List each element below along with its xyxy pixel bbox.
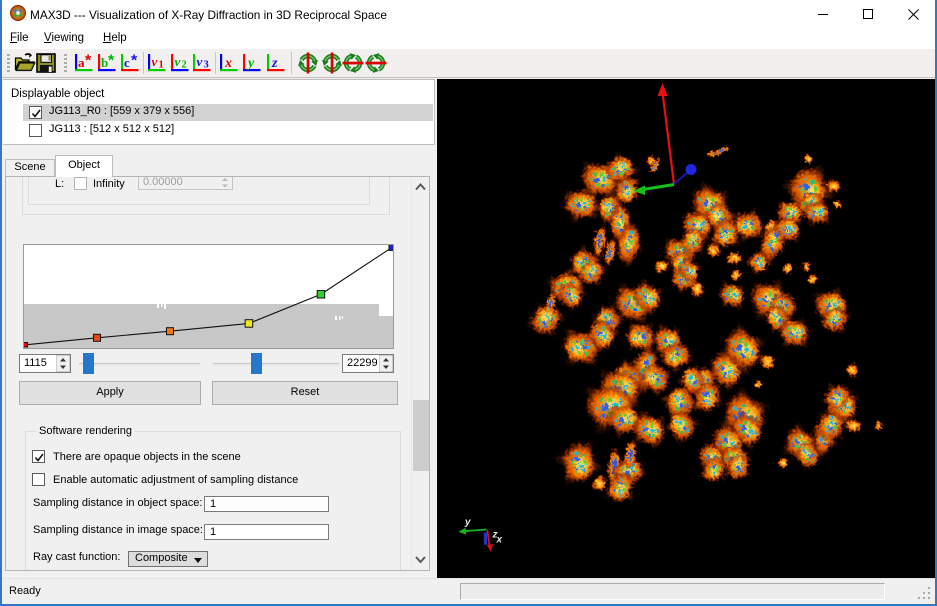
svg-text:v: v: [152, 54, 158, 69]
svg-text:v: v: [197, 54, 203, 69]
svg-text:c: c: [124, 55, 130, 70]
svg-text:z: z: [271, 56, 278, 71]
svg-text:v: v: [175, 54, 181, 69]
svg-text:*: *: [108, 53, 115, 70]
svg-text:3: 3: [204, 60, 209, 71]
svg-text:y: y: [464, 517, 471, 528]
svg-text:x: x: [496, 535, 503, 546]
svg-text:y: y: [246, 56, 255, 71]
svg-text:*: *: [85, 53, 92, 70]
svg-text:x: x: [224, 56, 232, 71]
svg-text:2: 2: [182, 60, 187, 71]
svg-text:a: a: [78, 55, 85, 70]
svg-text:1: 1: [159, 60, 164, 71]
svg-text:*: *: [131, 53, 138, 70]
